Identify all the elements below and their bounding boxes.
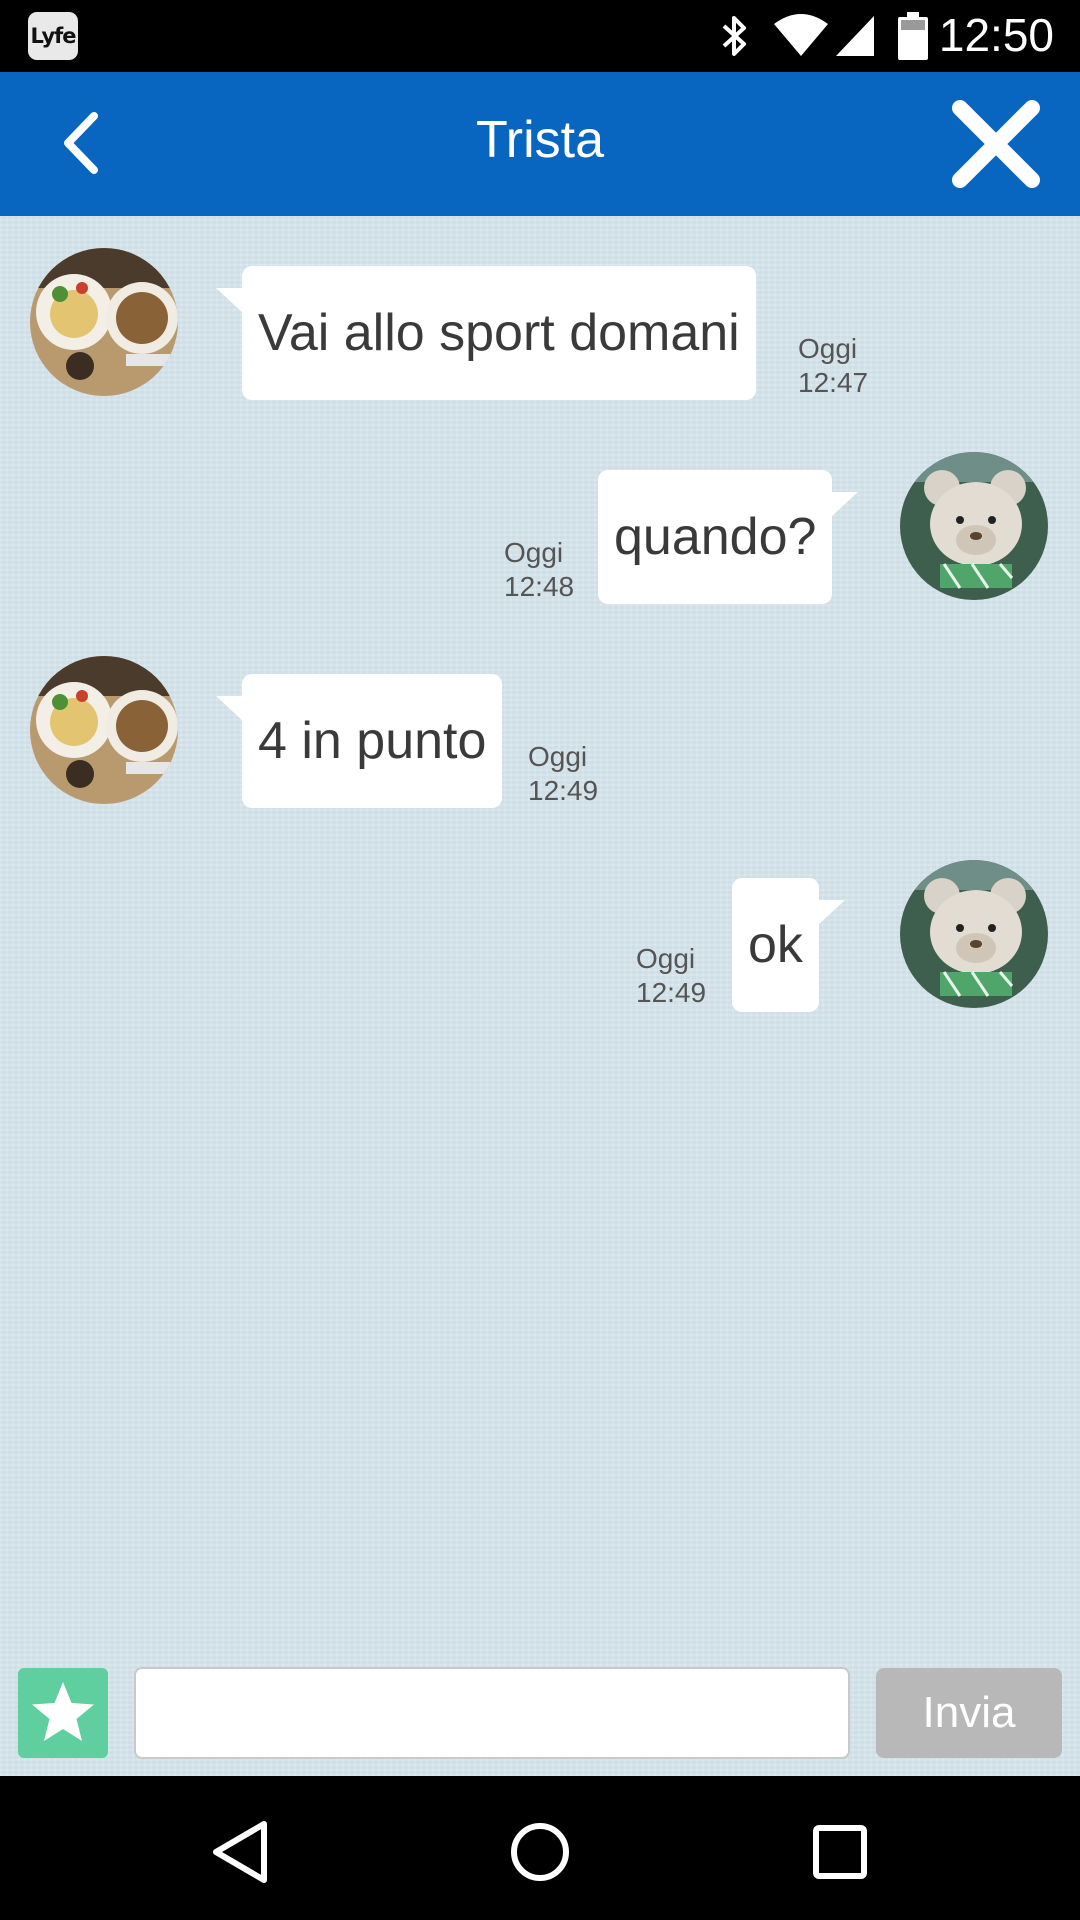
send-button[interactable]: Invia: [876, 1668, 1062, 1758]
back-triangle-icon: [213, 1821, 267, 1883]
sticker-button[interactable]: [18, 1668, 108, 1758]
message-bubble[interactable]: Vai allo sport domani: [216, 266, 756, 400]
signal-icon: [836, 16, 874, 56]
message-timestamp: Oggi 12:49: [636, 942, 706, 1010]
system-nav-bar: [0, 1776, 1080, 1920]
message-timestamp: Oggi 12:49: [528, 740, 598, 808]
nav-recents-button[interactable]: [800, 1812, 880, 1892]
nav-home-button[interactable]: [500, 1812, 580, 1892]
message-bubble[interactable]: ok: [732, 878, 845, 1012]
message-bubble[interactable]: 4 in punto: [215, 674, 503, 808]
battery-icon: [898, 12, 928, 60]
nav-back-button[interactable]: [200, 1812, 280, 1892]
timestamp-day: Oggi: [636, 943, 696, 974]
user-avatar[interactable]: [900, 452, 1048, 600]
app-notification-badge: Lyfe: [28, 12, 78, 60]
message-timestamp: Oggi 12:48: [504, 536, 574, 604]
food-photo-avatar-icon: [30, 248, 178, 396]
contact-avatar[interactable]: [30, 656, 178, 804]
status-time: 12:50: [938, 9, 1054, 61]
chat-header: Trista: [0, 72, 1080, 216]
teddy-bear-avatar-icon: [900, 860, 1048, 1008]
timestamp-day: Oggi: [504, 537, 564, 568]
home-circle-icon: [511, 1823, 569, 1881]
contact-avatar[interactable]: [30, 248, 178, 396]
teddy-bear-avatar-icon: [900, 452, 1048, 600]
status-bar: Lyfe 12:50: [0, 0, 1080, 72]
bluetooth-icon: [722, 16, 746, 56]
timestamp-time: 12:49: [528, 775, 599, 806]
recents-square-icon: [813, 1825, 867, 1879]
timestamp-day: Oggi: [528, 741, 588, 772]
food-photo-avatar-icon: [30, 656, 178, 804]
message-list[interactable]: Vai allo sport domani Oggi 12:47 Oggi 12…: [0, 216, 1080, 1776]
timestamp-time: 12:49: [636, 977, 707, 1008]
timestamp-time: 12:47: [798, 367, 869, 398]
message-input[interactable]: [134, 1667, 850, 1759]
message-bubble[interactable]: quando?: [598, 470, 859, 604]
close-icon: [952, 100, 1040, 188]
close-button[interactable]: [946, 94, 1046, 194]
user-avatar[interactable]: [900, 860, 1048, 1008]
message-timestamp: Oggi 12:47: [798, 332, 868, 400]
timestamp-day: Oggi: [798, 333, 858, 364]
timestamp-time: 12:48: [504, 571, 575, 602]
wifi-icon: [774, 14, 828, 56]
chat-title: Trista: [475, 111, 605, 169]
star-icon: [32, 1682, 94, 1741]
